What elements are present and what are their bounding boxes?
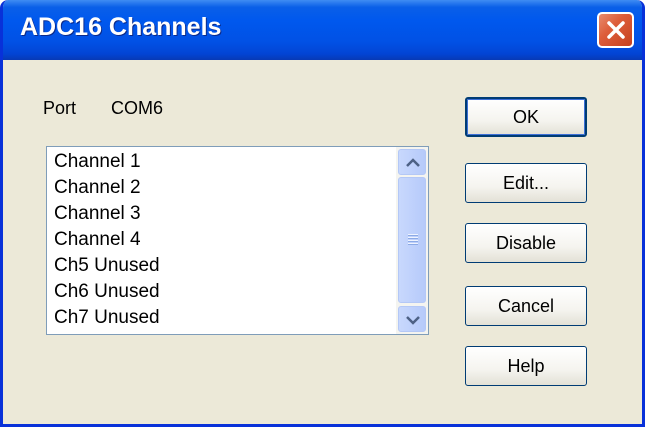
vertical-scrollbar[interactable] [396,147,428,334]
help-button[interactable]: Help [465,346,587,386]
list-item[interactable]: Ch7 Unused [54,305,384,331]
port-value: COM6 [111,98,164,118]
list-item[interactable]: Ch5 Unused [54,253,384,279]
channel-list: Channel 1 Channel 2 Channel 3 Channel 4 … [54,149,384,331]
channel-listbox[interactable]: Channel 1 Channel 2 Channel 3 Channel 4 … [46,146,429,335]
window-title: ADC16 Channels [20,13,222,41]
list-item[interactable]: Channel 4 [54,227,384,253]
port-label: Port [43,98,77,118]
close-button[interactable] [597,12,634,48]
disable-button[interactable]: Disable [465,223,587,263]
chevron-down-icon [406,316,420,325]
ok-button[interactable]: OK [465,97,587,137]
edit-button[interactable]: Edit... [465,163,587,203]
list-item[interactable]: Channel 2 [54,175,384,201]
list-item[interactable]: Channel 1 [54,149,384,175]
chevron-up-icon [406,158,420,167]
close-icon [607,21,625,39]
scroll-up-button[interactable] [398,149,426,175]
list-item[interactable]: Channel 3 [54,201,384,227]
title-bar[interactable]: ADC16 Channels [3,0,642,60]
cancel-button[interactable]: Cancel [465,286,587,326]
list-item[interactable]: Ch6 Unused [54,279,384,305]
dialog-window: ADC16 Channels Port COM6 Channel 1 Chann… [0,0,645,427]
scroll-down-button[interactable] [398,306,426,332]
scroll-thumb[interactable] [398,177,426,303]
scroll-grip-icon [408,234,418,246]
